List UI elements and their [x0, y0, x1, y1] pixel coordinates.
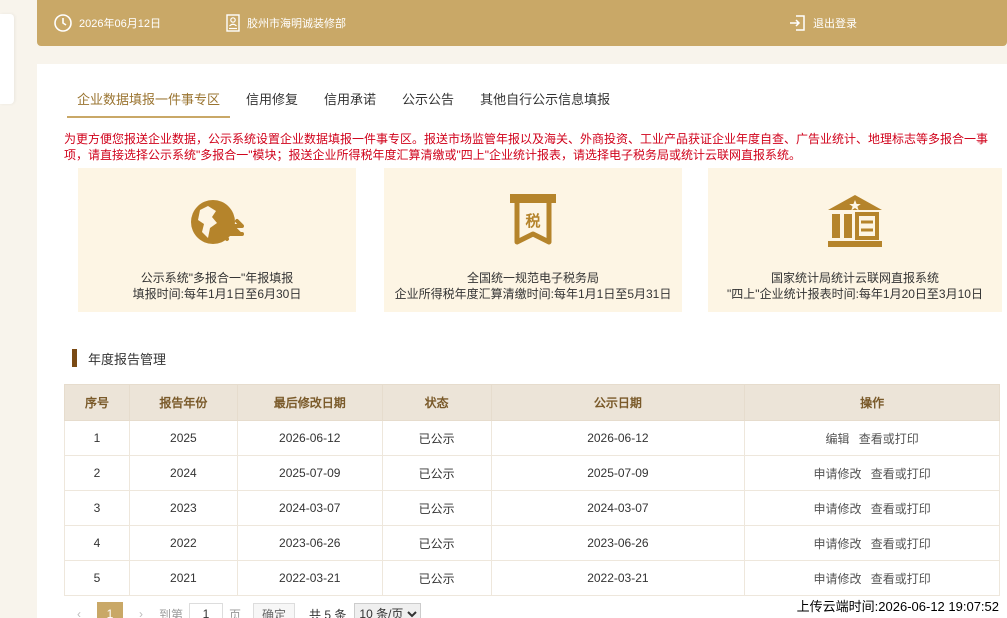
card-title: 国家统计局统计云联网直报系统: [770, 271, 939, 285]
card-period: "四上"企业统计报表时间:每年1月20日至3月10日: [727, 287, 983, 301]
cell-year: 2024: [128, 455, 238, 491]
cell-modified-date: 2024-03-07: [236, 490, 383, 526]
cell-actions: 申请修改 查看或打印: [744, 455, 1000, 491]
tab-data-filing-zone[interactable]: 企业数据填报一件事专区: [67, 82, 231, 118]
cell-index: 3: [64, 490, 130, 526]
cell-index: 2: [64, 455, 130, 491]
card-title: 全国统一规范电子税务局: [466, 271, 599, 285]
cell-publish-date: 2023-06-26: [490, 525, 746, 561]
cell-actions: 申请修改 查看或打印: [744, 490, 1000, 526]
cell-index: 4: [64, 525, 130, 561]
cell-publish-date: 2022-03-21: [490, 560, 746, 596]
cell-year: 2021: [128, 560, 238, 596]
card-period: 填报时间:每年1月1日至6月30日: [132, 287, 302, 301]
edit-link[interactable]: 编辑: [825, 432, 849, 446]
request-modify-link[interactable]: 申请修改: [813, 467, 861, 481]
pagination: ‹ 1 › 到第 页 确定 共 5 条 10 条/页: [67, 602, 422, 618]
cell-status: 已公示: [381, 525, 492, 561]
view-print-link[interactable]: 查看或打印: [871, 537, 931, 551]
cell-year: 2022: [128, 525, 238, 561]
multi-report-icon: [191, 200, 244, 244]
tax-icon: 税: [510, 194, 556, 245]
table-header-row: 序号 报告年份 最后修改日期 状态 公示日期 操作: [64, 384, 1000, 421]
statistics-building-icon: [828, 195, 882, 247]
logout-icon: [790, 15, 805, 31]
view-print-link[interactable]: 查看或打印: [871, 467, 931, 481]
card-title: 公示系统"多报合一"年报填报: [140, 271, 294, 285]
cell-modified-date: 2022-03-21: [236, 560, 383, 596]
table-row: 1 2025 2026-06-12 已公示 2026-06-12 编辑 查看或打…: [64, 420, 1000, 456]
cell-publish-date: 2026-06-12: [490, 420, 746, 456]
column-header: 操作: [744, 384, 1000, 421]
cell-actions: 申请修改 查看或打印: [744, 560, 1000, 596]
cell-index: 1: [64, 420, 130, 456]
table-row: 5 2021 2022-03-21 已公示 2022-03-21 申请修改 查看…: [64, 560, 1000, 596]
table-row: 4 2022 2023-06-26 已公示 2023-06-26 申请修改 查看…: [64, 525, 1000, 561]
request-modify-link[interactable]: 申请修改: [813, 502, 861, 516]
cell-index: 5: [64, 560, 130, 596]
current-date: 2026年06月12日: [79, 18, 161, 30]
view-print-link[interactable]: 查看或打印: [871, 502, 931, 516]
page-size-select[interactable]: 10 条/页: [354, 603, 422, 618]
date-display: 2026年06月12日: [53, 0, 161, 46]
request-modify-link[interactable]: 申请修改: [813, 572, 861, 586]
notice-text: 为更方便您报送企业数据，公示系统设置企业数据填报一件事专区。报送市场监管年报以及…: [64, 132, 989, 162]
next-page-button[interactable]: ›: [129, 607, 153, 618]
cell-modified-date: 2025-07-09: [236, 455, 383, 491]
cell-actions: 申请修改 查看或打印: [744, 525, 1000, 561]
view-print-link[interactable]: 查看或打印: [859, 432, 919, 446]
column-header: 公示日期: [490, 384, 746, 421]
cell-year: 2025: [128, 420, 238, 456]
goto-page-input[interactable]: [189, 603, 224, 618]
upload-timestamp: 上传云端时间:2026-06-12 19:07:52: [794, 596, 1001, 615]
goto-confirm-button[interactable]: 确定: [253, 603, 296, 618]
cell-status: 已公示: [381, 455, 492, 491]
logout-label: 退出登录: [813, 18, 857, 30]
card-e-tax-bureau[interactable]: 税 全国统一规范电子税务局 企业所得税年度汇算清缴时间:每年1月1日至5月31日: [384, 168, 682, 312]
section-marker: [72, 349, 77, 367]
logout-button[interactable]: 退出登录: [789, 0, 857, 46]
company-icon: [226, 14, 240, 32]
total-count: 共 5 条: [309, 607, 347, 618]
column-header: 最后修改日期: [236, 384, 383, 421]
cell-status: 已公示: [381, 420, 492, 456]
column-header: 报告年份: [128, 384, 238, 421]
main-panel: 企业数据填报一件事专区 信用修复 信用承诺 公示公告 其他自行公示信息填报 为更…: [37, 64, 1007, 618]
tab-bar: 企业数据填报一件事专区 信用修复 信用承诺 公示公告 其他自行公示信息填报: [67, 82, 636, 118]
cell-year: 2023: [128, 490, 238, 526]
annual-report-table: 序号 报告年份 最后修改日期 状态 公示日期 操作 1 2025 2026-06…: [64, 384, 1000, 596]
tab-credit-commitment[interactable]: 信用承诺: [324, 82, 376, 118]
cell-modified-date: 2026-06-12: [236, 420, 383, 456]
cell-modified-date: 2023-06-26: [236, 525, 383, 561]
tab-credit-repair[interactable]: 信用修复: [246, 82, 298, 118]
prev-page-button[interactable]: ‹: [67, 607, 91, 618]
company-display: 胶州市海明诚装修部: [225, 0, 346, 46]
column-header: 状态: [381, 384, 492, 421]
cell-status: 已公示: [381, 490, 492, 526]
cell-status: 已公示: [381, 560, 492, 596]
table-row: 3 2023 2024-03-07 已公示 2024-03-07 申请修改 查看…: [64, 490, 1000, 526]
side-panel-stub: [0, 14, 14, 104]
column-header: 序号: [64, 384, 130, 421]
table-row: 2 2024 2025-07-09 已公示 2025-07-09 申请修改 查看…: [64, 455, 1000, 491]
tab-public-announcement[interactable]: 公示公告: [402, 82, 454, 118]
company-name: 胶州市海明诚装修部: [247, 18, 346, 30]
section-title: 年度报告管理: [72, 348, 166, 368]
view-print-link[interactable]: 查看或打印: [871, 572, 931, 586]
section-title-text: 年度报告管理: [88, 351, 167, 367]
tab-other-disclosure[interactable]: 其他自行公示信息填报: [480, 82, 610, 118]
cell-publish-date: 2024-03-07: [490, 490, 746, 526]
page-button-current[interactable]: 1: [97, 602, 123, 618]
page-unit-label: 页: [229, 607, 242, 618]
card-multi-report[interactable]: 公示系统"多报合一"年报填报 填报时间:每年1月1日至6月30日: [78, 168, 356, 312]
card-period: 企业所得税年度汇算清缴时间:每年1月1日至5月31日: [394, 287, 672, 301]
card-statistics-system[interactable]: 国家统计局统计云联网直报系统 "四上"企业统计报表时间:每年1月20日至3月10…: [708, 168, 1002, 312]
clock-icon: [54, 14, 72, 32]
goto-label: 到第: [159, 607, 184, 618]
cell-actions: 编辑 查看或打印: [744, 420, 1000, 456]
cell-publish-date: 2025-07-09: [490, 455, 746, 491]
request-modify-link[interactable]: 申请修改: [813, 537, 861, 551]
tax-icon-glyph: 税: [525, 212, 540, 230]
top-bar: 2026年06月12日 胶州市海明诚装修部 退出登录: [37, 0, 1007, 46]
